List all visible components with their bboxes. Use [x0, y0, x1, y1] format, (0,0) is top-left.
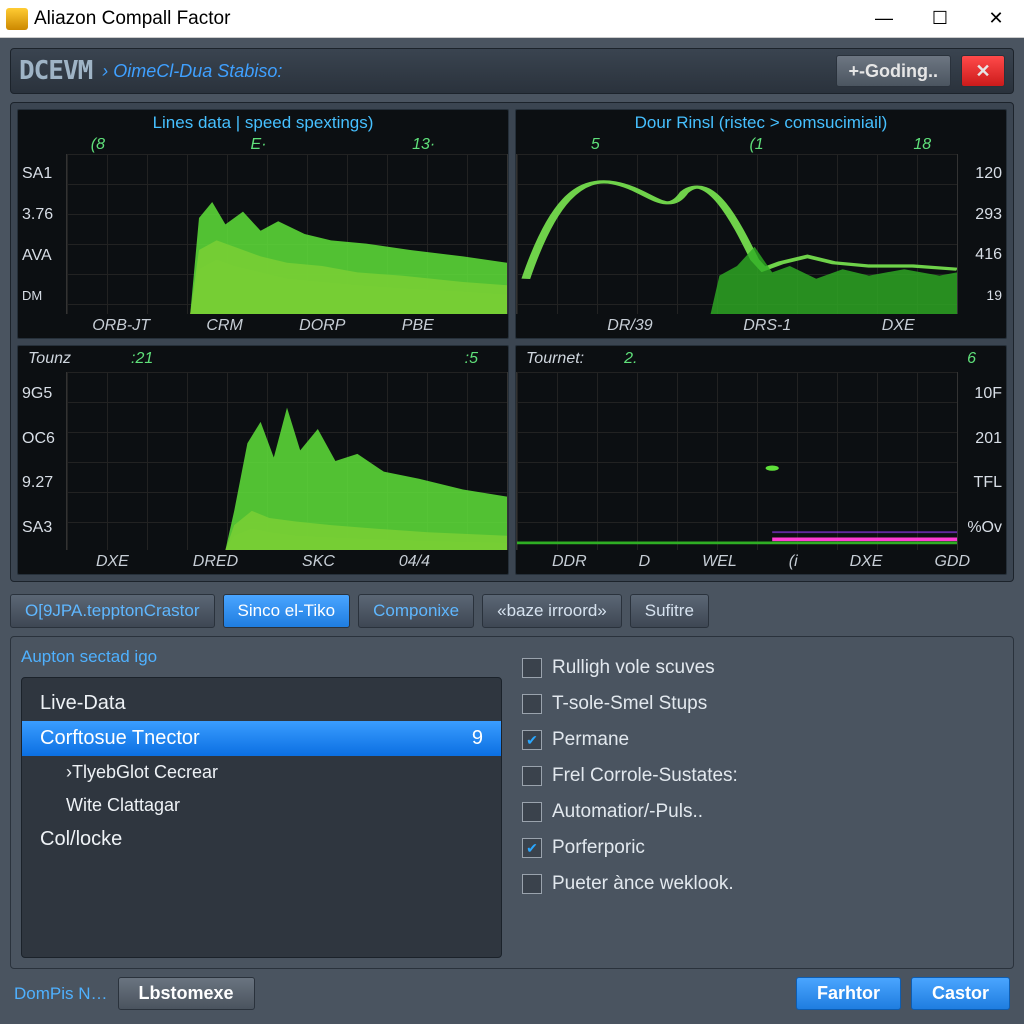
x-axis-labels: ORB-JT CRM DORP PBE	[18, 314, 508, 338]
chart-top-ticks: (8 E· 13·	[18, 136, 508, 154]
chart-header: Tournet: 2. 6	[516, 346, 1006, 372]
footer: DomPis N… Lbstomexe Farhtor Castor	[10, 977, 1014, 1014]
tab[interactable]: O[9JPA.tepptonCrastor	[10, 594, 215, 628]
tab[interactable]: Sinco el-Tiko	[223, 594, 351, 628]
item-badge: 9	[472, 727, 483, 750]
farhtor-button[interactable]: Farhtor	[796, 977, 901, 1010]
minimize-button[interactable]: —	[856, 1, 912, 37]
checkbox[interactable]	[522, 766, 542, 786]
checkbox-label: Automatior/-Puls..	[552, 801, 703, 823]
checkbox-row[interactable]: Permane	[522, 725, 1003, 755]
toolbar-close-button[interactable]: ✕	[961, 55, 1005, 87]
chart-header: Tounz :21 :5	[18, 346, 508, 372]
app-window: Aliazon Compall Factor — ☐ ✕ DCEVM › Oim…	[0, 0, 1024, 1024]
y-axis-labels: 9G5 OC6 9.27 SA3	[18, 372, 66, 550]
window-title: Aliazon Compall Factor	[34, 8, 856, 30]
lbstomexe-button[interactable]: Lbstomexe	[118, 977, 255, 1010]
checkbox-label: T-sole-Smel Stups	[552, 693, 707, 715]
toolbar: DCEVM › OimeCl-Dua Stabiso: +-Goding.. ✕	[10, 48, 1014, 94]
checkbox-label: Rulligh vole scuves	[552, 657, 715, 679]
list-item[interactable]: Corftosue Tnector9	[22, 721, 501, 756]
brand-logo: DCEVM	[19, 56, 92, 86]
x-axis-labels: DDR D WEL (i DXE GDD	[516, 550, 1006, 574]
y-axis-labels-right: 10F 201 TFL %Ov	[958, 372, 1006, 550]
plot-area[interactable]	[66, 372, 508, 550]
checkbox-label: Pueter ànce weklook.	[552, 873, 734, 895]
right-panel: Rulligh vole scuves T-sole-Smel Stups Perm…	[522, 647, 1003, 958]
checkbox[interactable]	[522, 874, 542, 894]
tab[interactable]: Sufitre	[630, 594, 709, 628]
checkbox-row[interactable]: Rulligh vole scuves	[522, 653, 1003, 683]
tab[interactable]: «baze irroord»	[482, 594, 622, 628]
plot-area[interactable]	[516, 154, 958, 314]
plot-area[interactable]	[66, 154, 508, 314]
castor-button[interactable]: Castor	[911, 977, 1010, 1010]
chart-topright: Dour Rinsl (ristec > comsucimiail) 5 (1 …	[515, 109, 1007, 339]
app-icon	[6, 8, 28, 30]
mode-listbox[interactable]: Live-DataCorftosue Tnector9›TlyebGlot Ce…	[21, 677, 502, 958]
checkbox-label: Frel Corrole-Sustates:	[552, 765, 738, 787]
list-item[interactable]: Col/locke	[22, 822, 501, 857]
chart-bottomleft: Tounz :21 :5 9G5 OC6 9.27 SA3	[17, 345, 509, 575]
toolbar-subtitle: › OimeCl-Dua Stabiso:	[102, 61, 282, 82]
chart-bottomright: Tournet: 2. 6 10F 2	[515, 345, 1007, 575]
checkbox-row[interactable]: Frel Corrole-Sustates:	[522, 761, 1003, 791]
checkbox-label: Porferporic	[552, 837, 645, 859]
chart-title: Dour Rinsl (ristec > comsucimiail)	[516, 110, 1006, 136]
chart-title: Lines data | speed spextings)	[18, 110, 508, 136]
checkbox-row[interactable]: Pueter ànce weklook.	[522, 869, 1003, 899]
client-area: DCEVM › OimeCl-Dua Stabiso: +-Goding.. ✕…	[0, 38, 1024, 1024]
plot-area[interactable]	[516, 372, 958, 550]
x-axis-labels: DR/39 DRS-1 DXE	[516, 314, 1006, 338]
checkbox[interactable]	[522, 802, 542, 822]
list-item[interactable]: Live-Data	[22, 686, 501, 721]
status-text: DomPis N…	[14, 984, 108, 1004]
y-axis-labels: SA1 3.76 AVA DM	[18, 154, 66, 314]
left-panel: Aupton sectad igo Live-DataCorftosue Tne…	[21, 647, 502, 958]
list-item[interactable]: ›TlyebGlot Cecrear	[22, 756, 501, 789]
checkbox[interactable]	[522, 658, 542, 678]
checkbox-label: Permane	[552, 729, 629, 751]
close-icon: ✕	[975, 61, 990, 82]
maximize-button[interactable]: ☐	[912, 1, 968, 37]
tab-row: O[9JPA.tepptonCrastorSinco el-TikoCompon…	[10, 594, 1014, 628]
lower-panel: Aupton sectad igo Live-DataCorftosue Tne…	[10, 636, 1014, 969]
checkbox-row[interactable]: Automatior/-Puls..	[522, 797, 1003, 827]
chart-top-ticks: 5 (1 18	[516, 136, 1006, 154]
list-item[interactable]: Wite Clattagar	[22, 789, 501, 822]
charts-grid: Lines data | speed spextings) (8 E· 13· …	[10, 102, 1014, 582]
tab[interactable]: Componixe	[358, 594, 474, 628]
checkbox[interactable]	[522, 838, 542, 858]
checkbox-row[interactable]: T-sole-Smel Stups	[522, 689, 1003, 719]
goding-button[interactable]: +-Goding..	[836, 55, 952, 87]
y-axis-labels-right: 120 293 416 19	[958, 154, 1006, 314]
window-controls: — ☐ ✕	[856, 1, 1024, 37]
x-axis-labels: DXE DRED SKC 04/4	[18, 550, 508, 574]
checkbox-row[interactable]: Porferporic	[522, 833, 1003, 863]
chart-topleft: Lines data | speed spextings) (8 E· 13· …	[17, 109, 509, 339]
titlebar: Aliazon Compall Factor — ☐ ✕	[0, 0, 1024, 38]
checkbox[interactable]	[522, 694, 542, 714]
close-window-button[interactable]: ✕	[968, 1, 1024, 37]
group-label: Aupton sectad igo	[21, 647, 502, 667]
checkbox[interactable]	[522, 730, 542, 750]
